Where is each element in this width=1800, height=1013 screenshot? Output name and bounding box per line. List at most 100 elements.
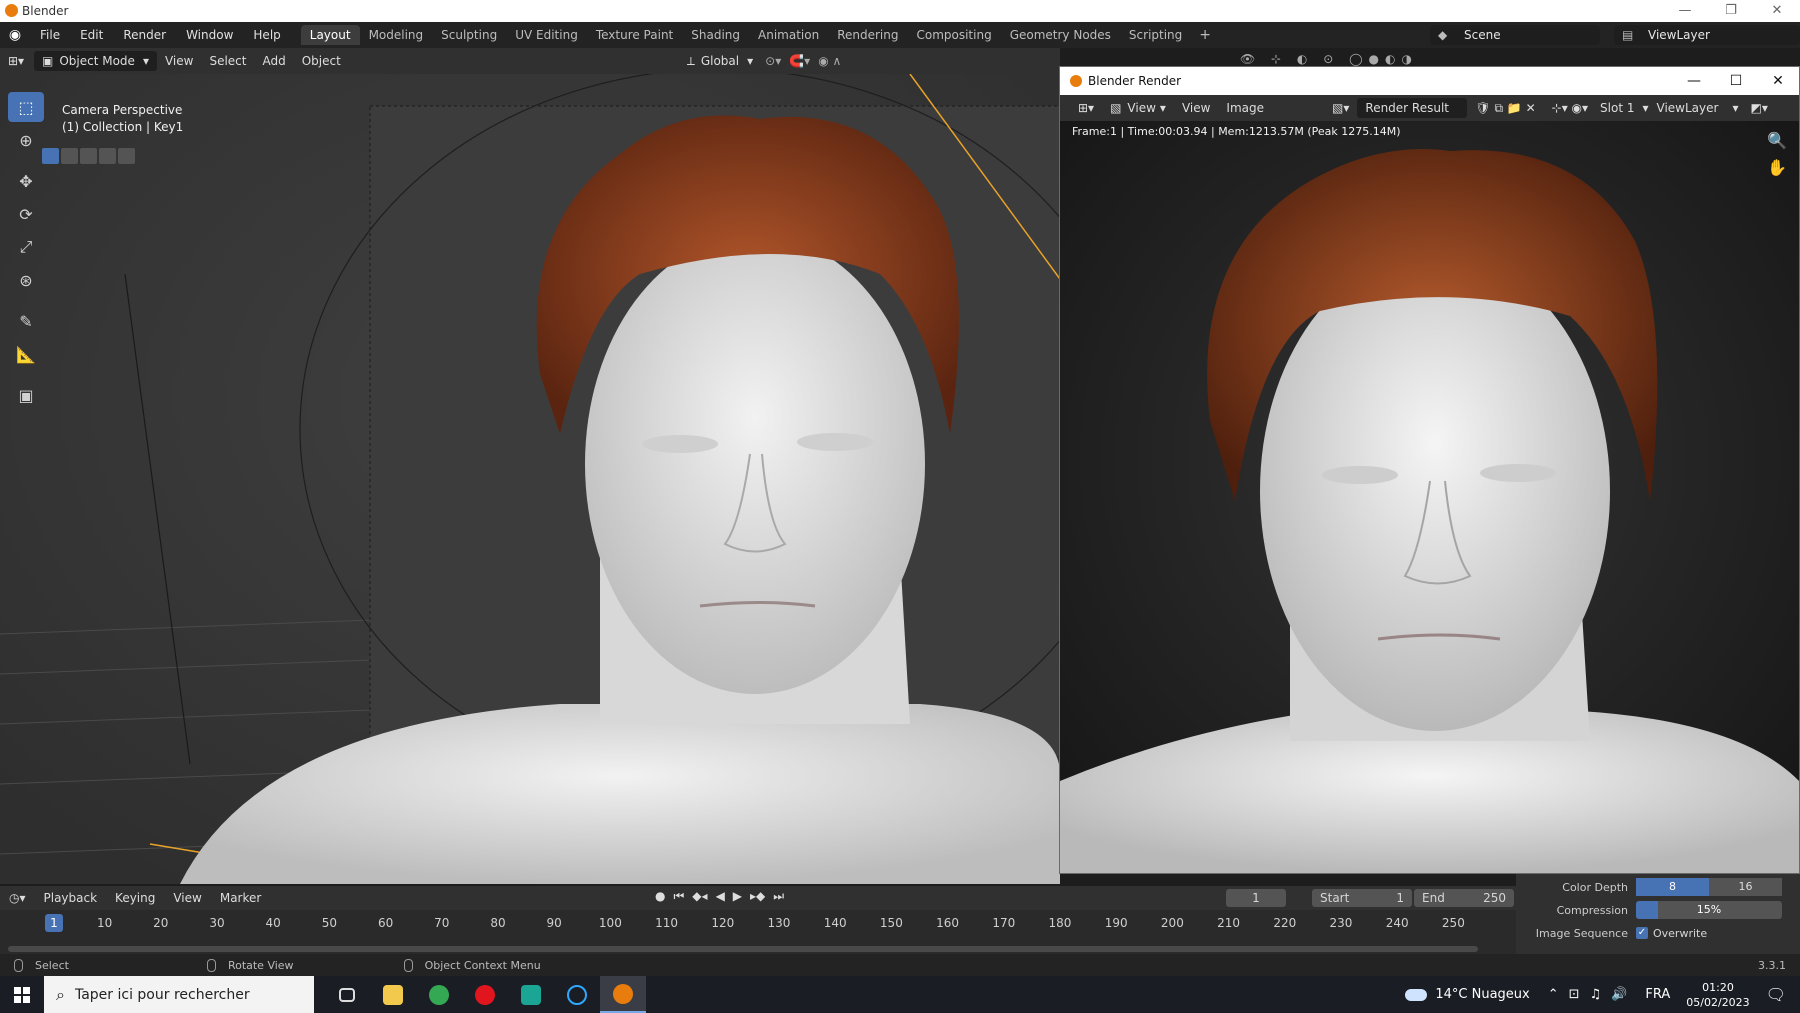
menu-object[interactable]: Object xyxy=(294,51,349,71)
timeline-ruler[interactable]: 1 10 20 30 40 50 60 70 80 90 100 110 120 130 140 150 16… xyxy=(0,910,1516,938)
menu-window[interactable]: Window xyxy=(176,28,243,42)
viewport-overlay-icons[interactable]: 👁 ⊹ ◐ ⊙ ◯●◐◑ xyxy=(1240,52,1418,66)
opera-icon[interactable] xyxy=(462,976,508,1013)
select-intersect-icon[interactable] xyxy=(118,148,135,164)
scale-icon[interactable]: ⤢ xyxy=(8,232,44,262)
proportional-edit-icon[interactable]: ◉ ∧ xyxy=(814,54,845,68)
timeline-scrollbar[interactable] xyxy=(8,946,1478,952)
m-app-icon[interactable] xyxy=(508,976,554,1013)
zoom-icon[interactable]: 🔍 xyxy=(1767,131,1787,150)
menu-marker[interactable]: Marker xyxy=(211,891,270,905)
tab-geometry-nodes[interactable]: Geometry Nodes xyxy=(1001,25,1120,45)
tab-scripting[interactable]: Scripting xyxy=(1120,25,1191,45)
tab-rendering[interactable]: Rendering xyxy=(828,25,907,45)
3d-viewport[interactable]: Camera Perspective (1) Collection | Key1… xyxy=(0,74,1060,884)
select-subtract-icon[interactable] xyxy=(80,148,97,164)
cursor-icon[interactable]: ⊕ xyxy=(8,125,44,155)
overwrite-checkbox[interactable]: ✓ xyxy=(1636,927,1648,939)
play-icon[interactable]: ▶ xyxy=(733,889,742,904)
select-invert-icon[interactable] xyxy=(99,148,116,164)
image-name-field[interactable]: Render Result xyxy=(1357,98,1468,118)
tab-animation[interactable]: Animation xyxy=(749,25,828,45)
gizmo-icon[interactable]: ⊹▾ ◉▾ xyxy=(1544,98,1596,118)
pivot-icon[interactable]: ⊙▾ xyxy=(761,54,785,68)
move-icon[interactable]: ✥ xyxy=(8,166,44,196)
clock[interactable]: 01:20 05/02/2023 xyxy=(1686,980,1749,1010)
tab-sculpting[interactable]: Sculpting xyxy=(432,25,506,45)
minimize-button[interactable]: — xyxy=(1662,0,1708,22)
object-mode-dropdown[interactable]: ▣ Object Mode ▾ xyxy=(34,51,157,71)
windows-start-button[interactable] xyxy=(0,976,44,1013)
tab-uv-editing[interactable]: UV Editing xyxy=(506,25,587,45)
measure-icon[interactable]: 📐 xyxy=(8,339,44,369)
blender-menu-icon[interactable]: ◉ xyxy=(0,27,30,43)
select-new-icon[interactable] xyxy=(42,148,59,164)
editor-type-icon[interactable]: ◷▾ xyxy=(0,891,35,905)
weather-widget[interactable]: 14°C Nuageux xyxy=(1405,987,1530,1002)
end-frame-field[interactable]: End 250 xyxy=(1414,889,1514,907)
next-keyframe-icon[interactable]: ▸◆ xyxy=(750,889,765,904)
pan-hand-icon[interactable]: ✋ xyxy=(1767,158,1787,177)
tab-texture-paint[interactable]: Texture Paint xyxy=(587,25,682,45)
notifications-icon[interactable]: 🗨 xyxy=(1766,985,1786,1004)
menu-edit[interactable]: Edit xyxy=(70,28,113,42)
editor-type-icon[interactable]: ⊞▾ xyxy=(1070,98,1102,118)
current-frame-marker[interactable]: 1 xyxy=(45,914,63,932)
c-app-icon[interactable] xyxy=(554,976,600,1013)
transform-orientation-dropdown[interactable]: ⟂ Global ▾ xyxy=(679,51,761,71)
play-reverse-icon[interactable]: ◀ xyxy=(716,889,725,904)
task-view-icon[interactable] xyxy=(324,976,370,1013)
image-browse-icon[interactable]: ▧▾ xyxy=(1324,98,1357,118)
file-explorer-icon[interactable] xyxy=(370,976,416,1013)
render-close-button[interactable]: ✕ xyxy=(1757,67,1799,95)
view-mode-dropdown[interactable]: ▧ View ▾ xyxy=(1102,98,1174,118)
menu-help[interactable]: Help xyxy=(243,28,290,42)
image-actions-icon[interactable]: 🛡 ⧉ 📁 ✕ xyxy=(1467,98,1543,118)
restore-button[interactable]: ❐ xyxy=(1708,0,1754,22)
prev-keyframe-icon[interactable]: ◆◂ xyxy=(692,889,707,904)
menu-image[interactable]: Image xyxy=(1218,98,1272,118)
transform-icon[interactable]: ⊛ xyxy=(8,265,44,295)
add-cube-icon[interactable]: ▣ xyxy=(8,380,44,410)
menu-view[interactable]: View xyxy=(157,51,201,71)
tab-shading[interactable]: Shading xyxy=(682,25,749,45)
jump-start-icon[interactable]: ⏮ xyxy=(673,889,684,904)
render-minimize-button[interactable]: — xyxy=(1673,67,1715,95)
render-maximize-button[interactable]: ☐ xyxy=(1715,67,1757,95)
menu-view[interactable]: View xyxy=(1174,98,1218,118)
tab-layout[interactable]: Layout xyxy=(300,25,360,45)
taskbar-search[interactable]: ⌕ Taper ici pour rechercher xyxy=(44,976,314,1013)
tab-modeling[interactable]: Modeling xyxy=(360,25,433,45)
compression-slider[interactable]: 15% xyxy=(1636,901,1782,919)
jump-end-icon[interactable]: ⏭ xyxy=(773,889,784,904)
current-frame-field[interactable]: 1 xyxy=(1226,889,1286,907)
viewlayer-selector[interactable]: ▤ ViewLayer xyxy=(1614,25,1800,45)
select-extend-icon[interactable] xyxy=(61,148,78,164)
scene-selector[interactable]: ◆ Scene xyxy=(1430,25,1600,45)
menu-file[interactable]: File xyxy=(30,28,70,42)
menu-select[interactable]: Select xyxy=(201,51,254,71)
chrome-icon[interactable] xyxy=(416,976,462,1013)
menu-add[interactable]: Add xyxy=(254,51,293,71)
start-frame-field[interactable]: Start 1 xyxy=(1312,889,1412,907)
menu-render[interactable]: Render xyxy=(113,28,176,42)
color-depth-8-button[interactable]: 8 xyxy=(1636,878,1709,896)
menu-playback[interactable]: Playback xyxy=(35,891,107,905)
display-channels-icon[interactable]: ◩▾ xyxy=(1742,98,1775,118)
tab-compositing[interactable]: Compositing xyxy=(907,25,1000,45)
render-viewlayer-dropdown[interactable]: ViewLayer ▾ xyxy=(1653,98,1743,118)
snap-icon[interactable]: 🧲▾ xyxy=(785,54,814,68)
render-result-canvas[interactable]: Frame:1 | Time:00:03.94 | Mem:1213.57M (… xyxy=(1060,121,1799,873)
select-box-icon[interactable]: ⬚ xyxy=(8,92,44,122)
close-button[interactable]: ✕ xyxy=(1754,0,1800,22)
blender-taskbar-icon[interactable] xyxy=(600,976,646,1013)
rotate-icon[interactable]: ⟳ xyxy=(8,199,44,229)
record-icon[interactable]: ● xyxy=(655,889,665,904)
slot-dropdown[interactable]: Slot 1 ▾ xyxy=(1596,98,1652,118)
editor-type-icon[interactable]: ⊞▾ xyxy=(0,51,34,71)
color-depth-16-button[interactable]: 16 xyxy=(1709,878,1782,896)
annotate-icon[interactable]: ✎ xyxy=(8,306,44,336)
menu-keying[interactable]: Keying xyxy=(106,891,164,905)
tray-icons[interactable]: ⌃⊡♫🔊 xyxy=(1548,987,1638,1002)
language-indicator[interactable]: FRA xyxy=(1645,987,1670,1002)
